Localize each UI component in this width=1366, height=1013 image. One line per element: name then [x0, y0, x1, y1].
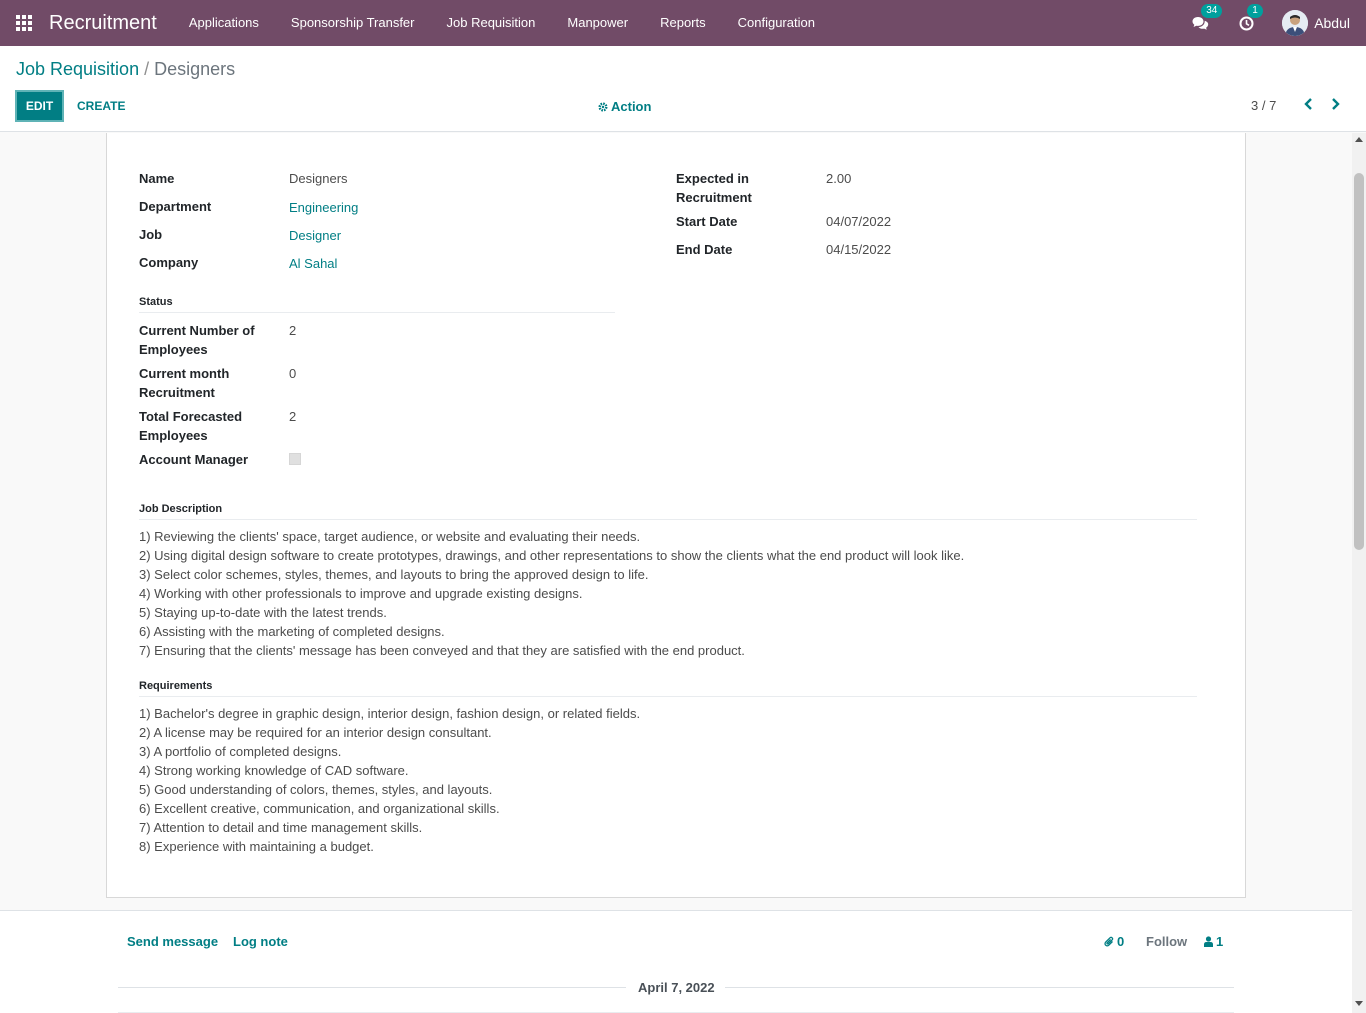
job-description-title: Job Description: [139, 503, 223, 515]
followers-count: 1: [1216, 934, 1224, 949]
control-panel: Job Requisition / Designers EDIT CREATE …: [0, 46, 1366, 132]
job-description-line: 3) Select color schemes, styles, themes,…: [139, 567, 649, 582]
breadcrumb-current: Designers: [154, 59, 236, 79]
pager-value[interactable]: 3 / 7: [1251, 98, 1276, 113]
messages-count-badge: 34: [1201, 4, 1223, 18]
action-label: Action: [611, 99, 652, 114]
total-forecasted-value: 2: [289, 409, 297, 424]
status-section-title: Status: [139, 296, 173, 308]
requirement-line: 7) Attention to detail and time manageme…: [139, 820, 423, 835]
job-link[interactable]: Designer: [289, 226, 341, 245]
requirement-line: 6) Excellent creative, communication, an…: [139, 801, 500, 816]
company-label: Company: [139, 255, 199, 270]
follow-button[interactable]: Follow: [1146, 934, 1187, 949]
expected-recruitment-label: Expected in Recruitment: [676, 171, 752, 205]
job-description-divider: [139, 519, 1197, 520]
messaging-menu[interactable]: 34: [1190, 4, 1223, 33]
account-manager-label: Account Manager: [139, 452, 249, 467]
requirements-text: 1) Bachelor's degree in graphic design, …: [139, 704, 640, 856]
edit-button[interactable]: EDIT: [15, 90, 64, 122]
log-note-button[interactable]: Log note: [233, 934, 288, 949]
chatter: Send message Log note 0 Follow 1 April 7…: [0, 910, 1352, 1013]
user-icon: [1204, 936, 1213, 947]
requirement-line: 2) A license may be required for an inte…: [139, 725, 492, 740]
chevron-right-icon: [1331, 98, 1340, 110]
job-description-line: 1) Reviewing the clients' space, target …: [139, 529, 641, 544]
action-menu-button[interactable]: Action: [598, 99, 651, 114]
company-link[interactable]: Al Sahal: [289, 254, 337, 273]
paperclip-icon: [1104, 936, 1114, 947]
send-message-button[interactable]: Send message: [127, 934, 218, 949]
requirement-line: 1) Bachelor's degree in graphic design, …: [139, 706, 641, 721]
job-description-text: 1) Reviewing the clients' space, target …: [139, 527, 964, 660]
requirement-line: 8) Experience with maintaining a budget.: [139, 839, 374, 854]
current-employees-label: Current Number of Employees: [139, 323, 255, 357]
gear-icon: [598, 102, 608, 111]
attachments-count: 0: [1117, 934, 1125, 949]
menu-reports[interactable]: Reports: [644, 0, 722, 46]
current-month-recruitment-label: Current month Recruitment: [139, 366, 230, 400]
form-sheet: Name Designers Department Engineering Jo…: [106, 133, 1246, 898]
chevron-left-icon: [1303, 98, 1312, 110]
pager-next-button[interactable]: [1328, 96, 1342, 112]
user-avatar[interactable]: [1282, 10, 1309, 36]
department-link[interactable]: Engineering: [289, 198, 358, 217]
menu-job-requisition[interactable]: Job Requisition: [431, 0, 552, 46]
date-separator-line: [118, 987, 626, 988]
systray: 34 1 Abdul: [1190, 0, 1366, 46]
job-description-line: 2) Using digital design software to crea…: [139, 548, 965, 563]
requirement-line: 5) Good understanding of colors, themes,…: [139, 782, 493, 797]
pager-previous-button[interactable]: [1301, 96, 1315, 112]
date-separator-line: [725, 987, 1234, 988]
job-description-line: 5) Staying up-to-date with the latest tr…: [139, 605, 387, 620]
activity-menu[interactable]: 1: [1236, 4, 1263, 33]
requirements-title: Requirements: [139, 680, 213, 692]
breadcrumb-separator: /: [144, 59, 150, 79]
apps-menu-icon[interactable]: [16, 15, 34, 31]
followers-button[interactable]: 1: [1204, 934, 1223, 949]
menu-manpower[interactable]: Manpower: [551, 0, 644, 46]
menu-applications[interactable]: Applications: [173, 0, 275, 46]
create-button[interactable]: CREATE: [77, 99, 125, 113]
scroll-up-arrow-icon[interactable]: [1355, 137, 1363, 142]
requirement-line: 4) Strong working knowledge of CAD softw…: [139, 763, 409, 778]
menu-configuration[interactable]: Configuration: [722, 0, 831, 46]
start-date-label: Start Date: [676, 214, 738, 229]
department-label: Department: [139, 199, 212, 214]
end-date-value: 04/15/2022: [826, 242, 892, 257]
menu-sponsorship-transfer[interactable]: Sponsorship Transfer: [275, 0, 431, 46]
total-forecasted-label: Total Forecasted Employees: [139, 409, 243, 443]
current-month-recruitment-value: 0: [289, 366, 297, 381]
date-separator: April 7, 2022: [638, 980, 715, 995]
scrollbar-thumb[interactable]: [1354, 173, 1364, 550]
current-employees-value: 2: [289, 323, 297, 338]
attachments-button[interactable]: 0: [1104, 934, 1124, 949]
scroll-down-arrow-icon[interactable]: [1355, 1001, 1363, 1006]
end-date-label: End Date: [676, 242, 733, 257]
breadcrumb-job-requisition[interactable]: Job Requisition: [16, 59, 139, 79]
activities-count-badge: 1: [1247, 4, 1263, 18]
account-manager-checkbox[interactable]: [289, 453, 301, 465]
status-divider: [139, 312, 615, 313]
expected-recruitment-value: 2.00: [826, 171, 852, 186]
start-date-value: 04/07/2022: [826, 214, 892, 229]
job-description-line: 6) Assisting with the marketing of compl…: [139, 624, 445, 639]
breadcrumb: Job Requisition / Designers: [16, 59, 235, 80]
job-label: Job: [139, 227, 163, 242]
top-navbar: Recruitment Applications Sponsorship Tra…: [0, 0, 1366, 46]
requirements-divider: [139, 696, 1197, 697]
app-name[interactable]: Recruitment: [49, 12, 157, 35]
user-name[interactable]: Abdul: [1314, 15, 1350, 31]
vertical-scrollbar[interactable]: [1352, 133, 1366, 1013]
job-description-line: 7) Ensuring that the clients' message ha…: [139, 643, 745, 658]
job-description-line: 4) Working with other professionals to i…: [139, 586, 583, 601]
requirement-line: 3) A portfolio of completed designs.: [139, 744, 342, 759]
name-value: Designers: [289, 171, 348, 186]
name-label: Name: [139, 171, 175, 186]
